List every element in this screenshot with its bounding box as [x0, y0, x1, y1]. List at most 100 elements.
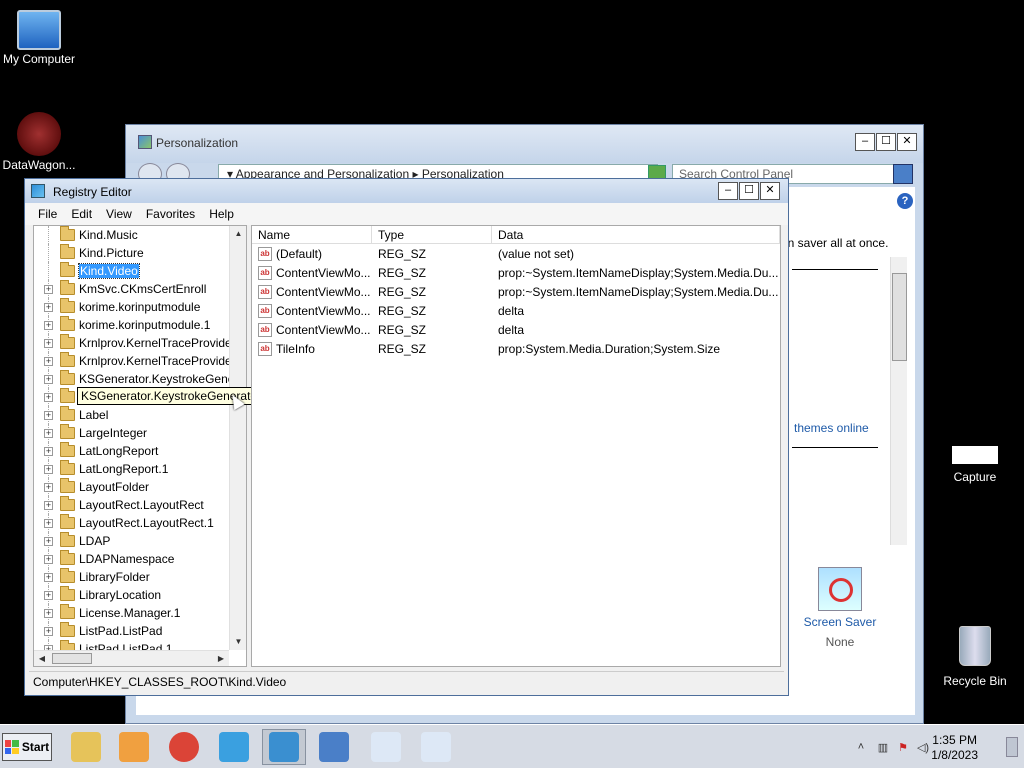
- show-desktop-button[interactable]: [1006, 737, 1018, 757]
- tree-item[interactable]: Kind.Picture: [34, 244, 228, 262]
- clock[interactable]: 1:35 PM 1/8/2023: [931, 733, 978, 763]
- tree-item[interactable]: + KmSvc.CKmsCertEnroll: [34, 280, 228, 298]
- tree-item[interactable]: + LargeInteger: [34, 424, 228, 442]
- expand-icon[interactable]: +: [44, 303, 53, 312]
- volume-icon[interactable]: ◁): [916, 741, 930, 755]
- vertical-scrollbar[interactable]: [890, 257, 907, 545]
- taskbar-button[interactable]: [262, 729, 306, 765]
- value-row[interactable]: ab TileInfo REG_SZ prop:System.Media.Durati…: [252, 339, 780, 358]
- expand-icon[interactable]: +: [44, 285, 53, 294]
- tree-item[interactable]: + Label: [34, 406, 228, 424]
- network-icon[interactable]: ▥: [876, 741, 890, 755]
- maximize-button[interactable]: ☐: [876, 133, 896, 151]
- menu-edit[interactable]: Edit: [64, 207, 99, 221]
- expand-icon[interactable]: +: [44, 321, 53, 330]
- tree-item[interactable]: + LayoutRect.LayoutRect.1: [34, 514, 228, 532]
- registry-tree[interactable]: Kind.Music Kind.Picture Kind.Video + KmSvc.C…: [33, 225, 247, 667]
- scroll-right-icon[interactable]: ▶: [213, 651, 229, 666]
- column-header-type[interactable]: Type: [372, 226, 492, 243]
- minimize-button[interactable]: –: [718, 182, 738, 200]
- screen-saver-label[interactable]: Screen Saver: [796, 615, 884, 629]
- tree-item[interactable]: Kind.Music: [34, 226, 228, 244]
- desktop-icon-capture[interactable]: Capture: [931, 446, 1019, 484]
- expand-icon[interactable]: +: [44, 519, 53, 528]
- close-button[interactable]: ✕: [760, 182, 780, 200]
- title-bar[interactable]: Registry Editor – ☐ ✕: [25, 179, 788, 203]
- value-row[interactable]: ab ContentViewMo... REG_SZ delta: [252, 320, 780, 339]
- scroll-left-icon[interactable]: ◀: [34, 651, 50, 666]
- value-row[interactable]: ab (Default) REG_SZ (value not set): [252, 244, 780, 263]
- menu-file[interactable]: File: [31, 207, 64, 221]
- taskbar-button[interactable]: [312, 729, 356, 765]
- show-hidden-icons-icon[interactable]: ˄: [854, 741, 868, 755]
- expand-icon[interactable]: +: [44, 357, 53, 366]
- tree-item[interactable]: + KSGenerator.KeystrokeGener: [34, 370, 238, 388]
- tree-item[interactable]: + LibraryFolder: [34, 568, 228, 586]
- tree-item[interactable]: + LatLongReport: [34, 442, 228, 460]
- values-list[interactable]: Name Type Data ab (Default) REG_SZ (value n…: [251, 225, 781, 667]
- tree-item[interactable]: + Krnlprov.KernelTraceProvide: [34, 352, 232, 370]
- expand-icon[interactable]: +: [44, 537, 53, 546]
- action-center-icon[interactable]: ⚑: [896, 741, 910, 755]
- maximize-button[interactable]: ☐: [739, 182, 759, 200]
- expand-icon[interactable]: +: [44, 429, 53, 438]
- column-header-data[interactable]: Data: [492, 226, 780, 243]
- help-icon[interactable]: ?: [897, 193, 913, 209]
- expand-icon[interactable]: +: [44, 573, 53, 582]
- desktop-icon-my-computer[interactable]: My Computer: [0, 10, 83, 66]
- theme-list[interactable]: themes online: [781, 255, 909, 547]
- scrollbar-thumb[interactable]: [52, 653, 92, 664]
- tree-item[interactable]: + LDAPNamespace: [34, 550, 228, 568]
- value-row[interactable]: ab ContentViewMo... REG_SZ delta: [252, 301, 780, 320]
- horizontal-scrollbar[interactable]: ◀ ▶: [34, 650, 229, 666]
- tree-item[interactable]: Kind.Video: [34, 262, 228, 280]
- tree-item[interactable]: + korime.korinputmodule.1: [34, 316, 228, 334]
- menu-favorites[interactable]: Favorites: [139, 207, 202, 221]
- taskbar-button[interactable]: [64, 729, 108, 765]
- get-more-themes-link[interactable]: themes online: [794, 421, 869, 435]
- value-row[interactable]: ab ContentViewMo... REG_SZ prop:~System.Ite…: [252, 263, 780, 282]
- tree-item[interactable]: + LayoutRect.LayoutRect: [34, 496, 228, 514]
- tree-item[interactable]: + LDAP: [34, 532, 228, 550]
- expand-icon[interactable]: +: [44, 591, 53, 600]
- menu-view[interactable]: View: [99, 207, 139, 221]
- tree-item[interactable]: + ListPad.ListPad: [34, 622, 228, 640]
- expand-icon[interactable]: +: [44, 393, 53, 402]
- expand-icon[interactable]: +: [44, 375, 53, 384]
- expand-icon[interactable]: +: [44, 447, 53, 456]
- minimize-button[interactable]: –: [855, 133, 875, 151]
- expand-icon[interactable]: +: [44, 501, 53, 510]
- tree-item[interactable]: + LatLongReport.1: [34, 460, 228, 478]
- start-button[interactable]: Start: [2, 733, 52, 761]
- scroll-up-icon[interactable]: ▲: [230, 226, 246, 242]
- expand-icon[interactable]: +: [44, 627, 53, 636]
- vertical-scrollbar[interactable]: ▲ ▼: [229, 226, 246, 650]
- taskbar-button[interactable]: [112, 729, 156, 765]
- tree-item[interactable]: + korime.korinputmodule: [34, 298, 228, 316]
- close-button[interactable]: ✕: [897, 133, 917, 151]
- tree-item[interactable]: + LayoutFolder: [34, 478, 228, 496]
- taskbar-button[interactable]: [212, 729, 256, 765]
- value-row[interactable]: ab ContentViewMo... REG_SZ prop:~System.Ite…: [252, 282, 780, 301]
- expand-icon[interactable]: +: [44, 411, 53, 420]
- expand-icon[interactable]: +: [44, 483, 53, 492]
- taskbar-button[interactable]: [364, 729, 408, 765]
- screen-saver-setting[interactable]: Screen Saver None: [796, 567, 884, 649]
- scroll-down-icon[interactable]: ▼: [230, 634, 246, 650]
- tree-item[interactable]: + LibraryLocation: [34, 586, 228, 604]
- menu-help[interactable]: Help: [202, 207, 241, 221]
- desktop-icon-recycle-bin[interactable]: Recycle Bin: [931, 626, 1019, 688]
- desktop-icon-datawagon[interactable]: DataWagon...: [0, 112, 83, 172]
- expand-icon[interactable]: +: [44, 609, 53, 618]
- expand-icon[interactable]: +: [44, 339, 53, 348]
- expand-icon[interactable]: +: [44, 465, 53, 474]
- scrollbar-thumb[interactable]: [892, 273, 907, 361]
- tree-item[interactable]: + License.Manager.1: [34, 604, 228, 622]
- taskbar-button[interactable]: [162, 729, 206, 765]
- expand-icon[interactable]: +: [44, 555, 53, 564]
- column-header-name[interactable]: Name: [252, 226, 372, 243]
- title-bar[interactable]: Personalization – ☐ ✕: [126, 125, 923, 163]
- taskbar-button[interactable]: [414, 729, 458, 765]
- tree-item[interactable]: + Krnlprov.KernelTraceProvide: [34, 334, 232, 352]
- search-icon[interactable]: [893, 164, 913, 184]
